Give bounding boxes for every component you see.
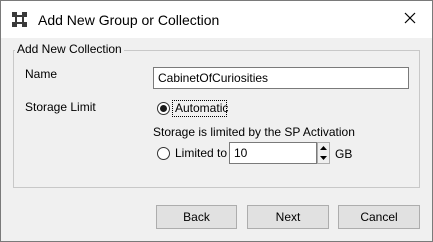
limited-to-radio[interactable] bbox=[157, 147, 170, 160]
window-title: Add New Group or Collection bbox=[38, 12, 220, 28]
automatic-label[interactable]: Automatic bbox=[175, 101, 228, 115]
limit-value-input[interactable]: 10 bbox=[229, 142, 317, 164]
name-input[interactable]: CabinetOfCuriosities bbox=[153, 67, 409, 89]
storage-limit-label: Storage Limit bbox=[25, 100, 96, 114]
cancel-button[interactable]: Cancel bbox=[338, 205, 420, 229]
limit-spinner[interactable] bbox=[317, 142, 330, 164]
close-icon bbox=[404, 12, 416, 27]
title-bar: Add New Group or Collection bbox=[1, 1, 432, 38]
spin-down-icon bbox=[320, 156, 327, 160]
close-button[interactable] bbox=[387, 1, 432, 38]
dialog-window: Add New Group or Collection Add New Coll… bbox=[0, 0, 433, 242]
group-legend: Add New Collection bbox=[15, 42, 124, 56]
spin-up-icon bbox=[320, 146, 327, 150]
app-icon bbox=[11, 11, 28, 28]
next-button[interactable]: Next bbox=[247, 205, 329, 229]
limited-to-label[interactable]: Limited to bbox=[175, 146, 227, 160]
name-label: Name bbox=[25, 67, 58, 81]
spin-up-button[interactable] bbox=[318, 143, 329, 153]
automatic-radio[interactable] bbox=[157, 102, 170, 115]
storage-note: Storage is limited by the SP Activation bbox=[153, 125, 355, 139]
unit-label: GB bbox=[335, 147, 353, 161]
back-button[interactable]: Back bbox=[156, 205, 237, 229]
spin-down-button[interactable] bbox=[318, 153, 329, 163]
radio-selected-dot bbox=[160, 105, 167, 112]
